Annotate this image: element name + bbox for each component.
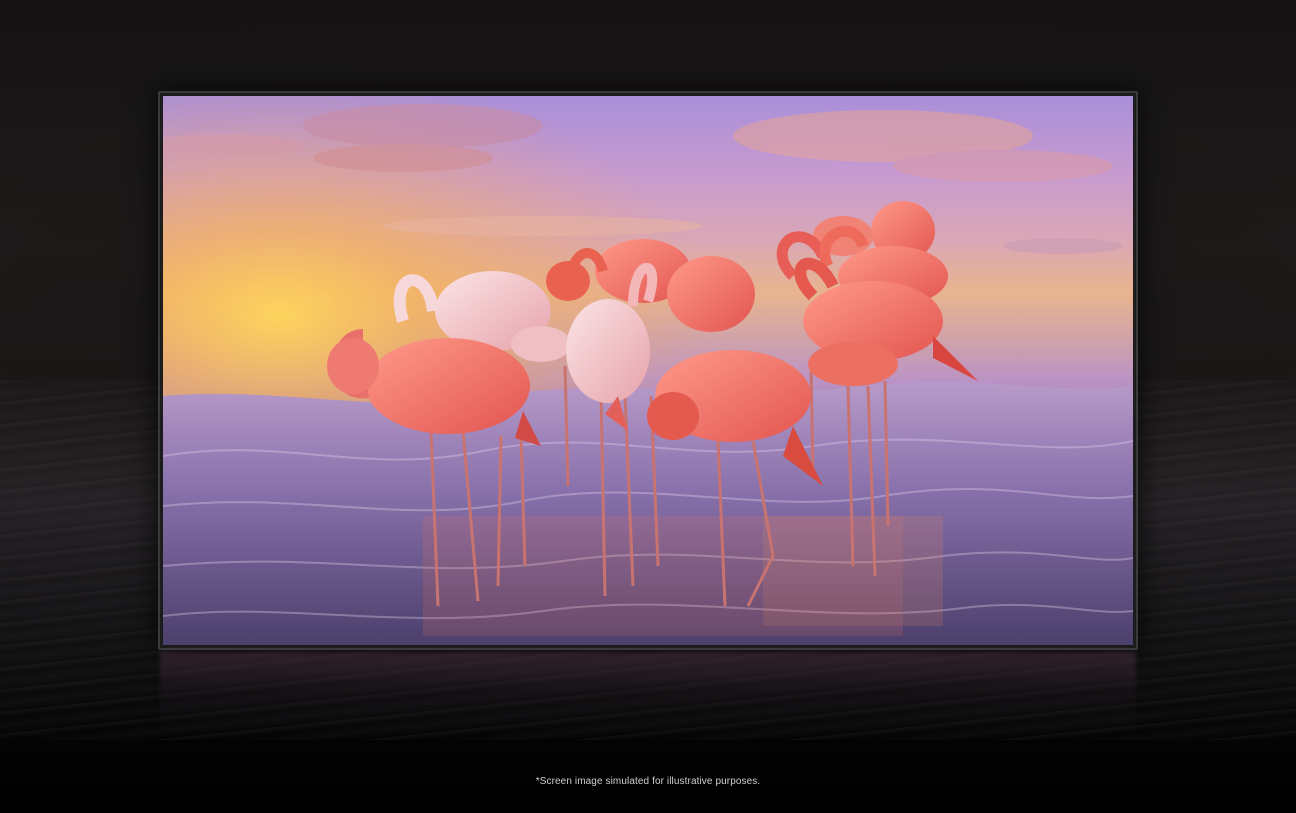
promo-stage: *Screen image simulated for illustrative… [0,0,1296,813]
tv-screen-image [163,96,1133,645]
disclaimer-text: *Screen image simulated for illustrative… [535,776,761,787]
flamingo-reflections [423,516,943,636]
tv-reflection [160,652,1136,742]
tv-frame [158,91,1138,650]
flamingo-scene-illustration [163,96,1133,645]
